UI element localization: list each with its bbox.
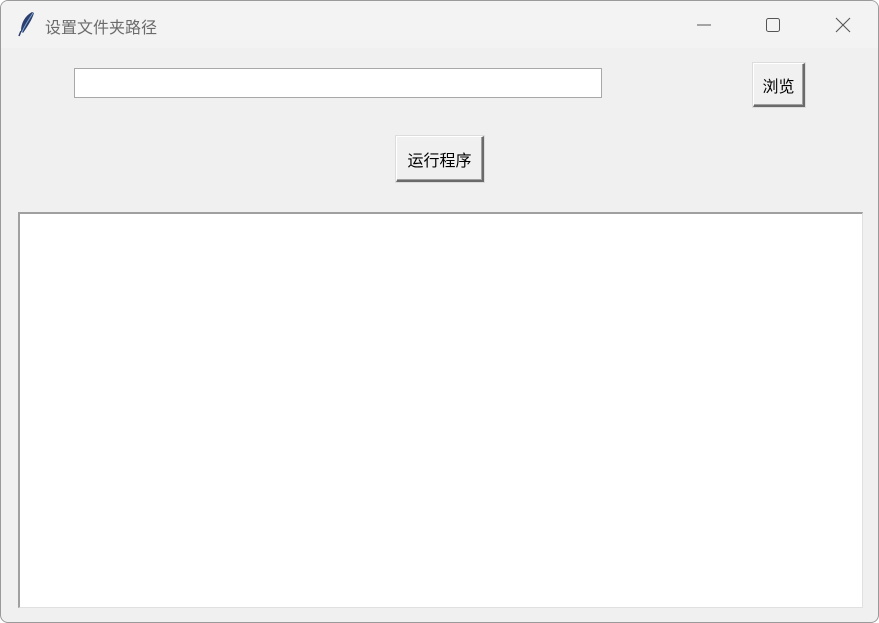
run-program-button[interactable]: 运行程序: [396, 136, 484, 182]
browse-button[interactable]: 浏览: [753, 63, 805, 107]
app-window: 设置文件夹路径 浏览 运行程序: [0, 0, 879, 623]
minimize-button[interactable]: [674, 1, 734, 48]
window-title: 设置文件夹路径: [45, 18, 158, 37]
maximize-icon: [765, 17, 781, 33]
feather-icon: [17, 11, 37, 37]
title-bar[interactable]: 设置文件夹路径: [1, 1, 878, 48]
close-icon: [835, 17, 851, 33]
maximize-button[interactable]: [743, 1, 803, 48]
minimize-icon: [696, 17, 712, 33]
close-button[interactable]: [813, 1, 873, 48]
folder-path-input[interactable]: [74, 68, 602, 98]
output-text-area[interactable]: [18, 212, 863, 608]
